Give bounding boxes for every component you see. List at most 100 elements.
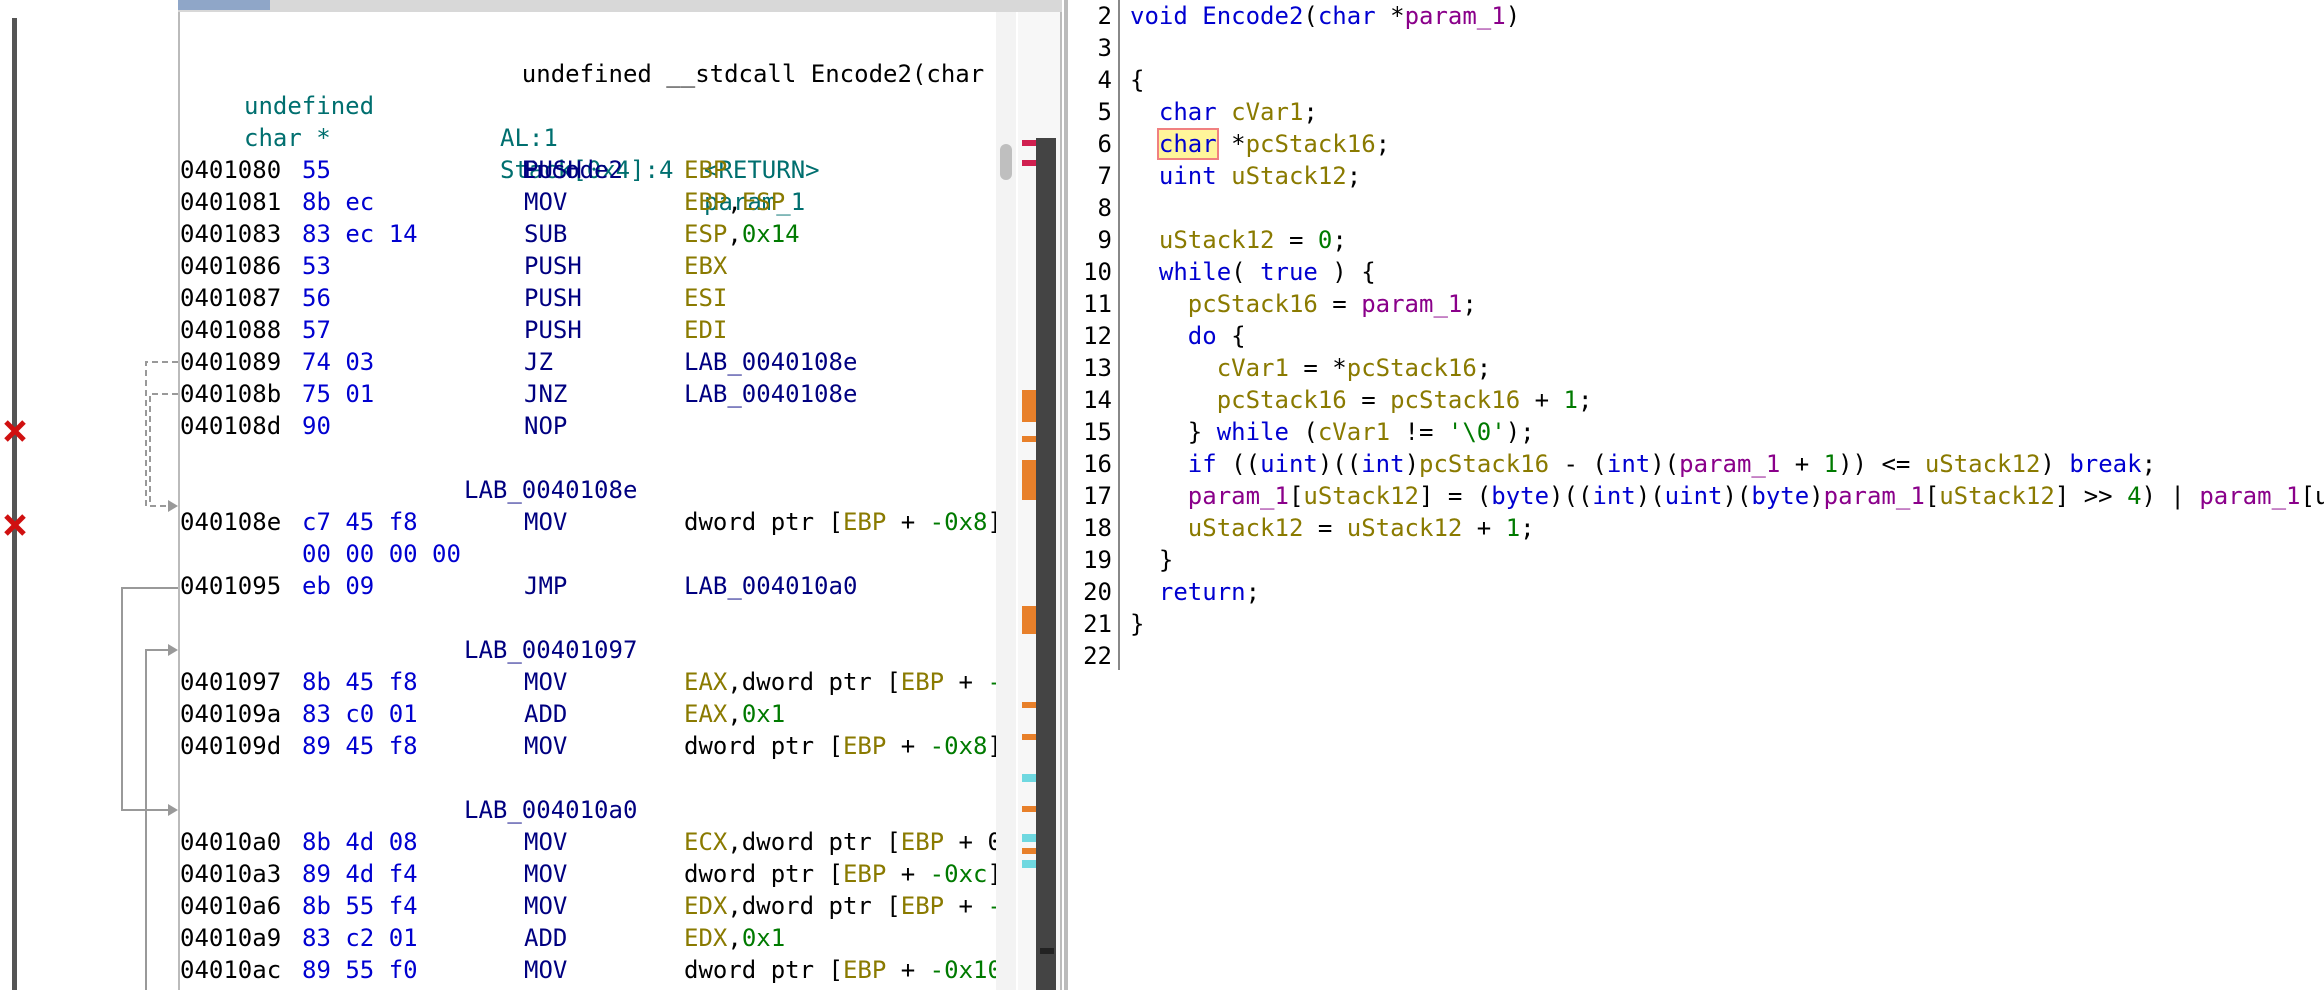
line-number: 19	[1083, 546, 1112, 574]
line-number: 18	[1083, 514, 1112, 542]
decompiled-line[interactable]: 2 void Encode2(char *param_1)	[1068, 0, 2324, 32]
decompiled-line[interactable]: 11 pcStack16 = param_1;	[1068, 288, 2324, 320]
decompiled-line[interactable]: 3	[1068, 32, 2324, 64]
code-text: pcStack16 = param_1;	[1187, 290, 1477, 318]
flow-arrow-jz	[145, 361, 178, 507]
code-label-text: LAB_004010a0	[464, 796, 638, 824]
instruction-row[interactable]: 0401097 8b 45 f8 MOV EAX,dword ptr [EBP + -…	[180, 666, 998, 698]
instruction-row[interactable]: 040109d 89 45 f8 MOV dword ptr [EBP + -0x8]	[180, 730, 998, 762]
decompiled-line[interactable]: 8	[1068, 192, 2324, 224]
instruction-row[interactable]: 04010a0 8b 4d 08 MOV ECX,dword ptr [EBP + 0…	[180, 826, 998, 858]
instruction-operands: EBX	[684, 252, 728, 280]
instruction-address: 040109d	[180, 732, 282, 760]
instruction-operands: ESI	[684, 284, 728, 312]
code-text: return;	[1158, 578, 1261, 606]
instruction-operands: EAX,dword ptr [EBP + -0	[684, 668, 998, 696]
decompiled-line[interactable]: 18 uStack12 = uStack12 + 1;	[1068, 512, 2324, 544]
instruction-row[interactable]: 0401083 83 ec 14 SUB ESP,0x14	[180, 218, 998, 250]
instruction-address: 0401081	[180, 188, 282, 216]
code-text: } while (cVar1 != '\0');	[1130, 418, 1535, 446]
decompiled-line[interactable]: 14 pcStack16 = pcStack16 + 1;	[1068, 384, 2324, 416]
decompiled-line[interactable]: 10 while( true ) {	[1068, 256, 2324, 288]
instruction-address: 0401086	[180, 252, 282, 280]
line-number: 13	[1083, 354, 1112, 382]
decompiled-line[interactable]: 21}	[1068, 608, 2324, 640]
decompiled-line[interactable]: 5 char cVar1;	[1068, 96, 2324, 128]
decompiled-line[interactable]: 17 param_1[uStack12] = (byte)((int)(uint…	[1068, 480, 2324, 512]
instruction-bytes: eb 09	[302, 572, 375, 600]
instruction-row[interactable]: 0401080 55 PUSH EBP	[180, 154, 998, 186]
listing-scrollbar[interactable]	[996, 12, 1016, 990]
instruction-bytes: 57	[302, 316, 331, 344]
line-number: 9	[1097, 226, 1112, 254]
instruction-address: 04010a0	[180, 828, 282, 856]
flow-arrows	[121, 361, 178, 990]
instruction-mnemonic: MOV	[524, 860, 568, 888]
decompiled-line[interactable]: 13 cVar1 = *pcStack16;	[1068, 352, 2324, 384]
decompiled-line[interactable]: 7 uint uStack12;	[1068, 160, 2324, 192]
code-label[interactable]: LAB_0040108e	[464, 474, 637, 506]
instruction-row[interactable]: 0401086 53 PUSH EBX	[180, 250, 998, 282]
listing-margin	[0, 0, 178, 990]
decompiled-line[interactable]: 20 return;	[1068, 576, 2324, 608]
overview-marker	[1022, 436, 1036, 442]
instruction-mnemonic: ADD	[524, 700, 568, 728]
instruction-row[interactable]: 040108d 90 NOP	[180, 410, 998, 442]
instruction-mnemonic: MOV	[524, 956, 568, 984]
instruction-row[interactable]: 0401087 56 PUSH ESI	[180, 282, 998, 314]
instruction-address: 040108b	[180, 380, 282, 408]
overview-marker	[1022, 606, 1036, 634]
instruction-row[interactable]: 0401081 8b ec MOV EBP,ESP	[180, 186, 998, 218]
scrollbar-thumb[interactable]	[1000, 144, 1012, 180]
listing-view[interactable]: undefined __stdcall Encode2(char * par u…	[178, 12, 998, 990]
function-signature: undefined __stdcall Encode2(char * par	[464, 26, 998, 88]
param-row: undefined AL:1 <RETURN>	[180, 58, 998, 184]
instruction-operands: ESP,0x14	[684, 220, 800, 248]
decompiler-view[interactable]: 2 void Encode2(char *param_1) 3 4{5 char cV…	[1064, 0, 2324, 990]
decompiled-line[interactable]: 19 }	[1068, 544, 2324, 576]
instruction-row[interactable]: 040109a 83 c0 01 ADD EAX,0x1	[180, 698, 998, 730]
overview-bar[interactable]	[1018, 12, 1062, 990]
decompiled-line[interactable]: 4{	[1068, 64, 2324, 96]
instruction-row[interactable]: 040108e c7 45 f8 MOV dword ptr [EBP + -0x8]	[180, 506, 998, 538]
overview-marker	[1022, 460, 1036, 500]
instruction-operands: EDX,0x1	[684, 924, 786, 952]
instruction-address: 040108e	[180, 508, 282, 536]
code-label[interactable]: LAB_00401097	[464, 634, 637, 666]
overview-track	[1036, 138, 1056, 990]
overview-marker	[1022, 140, 1036, 146]
instruction-mnemonic: MOV	[524, 892, 568, 920]
param-type: char *	[244, 124, 331, 152]
instruction-row[interactable]: 0401088 57 PUSH EDI	[180, 314, 998, 346]
instruction-operands: EDI	[684, 316, 728, 344]
code-text: while( true ) {	[1158, 258, 1376, 286]
instruction-bytes: 89 4d f4	[302, 860, 418, 888]
instruction-address: 04010ac	[180, 956, 282, 984]
decompiled-line[interactable]: 22	[1068, 640, 2324, 672]
code-label[interactable]: LAB_004010a0	[464, 794, 637, 826]
decompiled-line[interactable]: 6 char *pcStack16;	[1068, 128, 2324, 160]
instruction-bytes: 8b 45 f8	[302, 668, 418, 696]
decompiled-line[interactable]: 15 } while (cVar1 != '\0');	[1068, 416, 2324, 448]
instruction-mnemonic: PUSH	[524, 316, 582, 344]
instruction-row[interactable]: 0401089 74 03 JZ LAB_0040108e	[180, 346, 998, 378]
instruction-row[interactable]: 00 00 00 00	[180, 538, 998, 570]
instruction-row[interactable]: 04010a3 89 4d f4 MOV dword ptr [EBP + -0xc]	[180, 858, 998, 890]
overview-marker	[1022, 734, 1036, 740]
instruction-mnemonic: JZ	[524, 348, 553, 376]
instruction-row[interactable]: 04010a9 83 c2 01 ADD EDX,0x1	[180, 922, 998, 954]
instruction-operands: dword ptr [EBP + -0xc]	[684, 860, 998, 888]
instruction-row[interactable]: 0401095 eb 09 JMP LAB_004010a0	[180, 570, 998, 602]
error-bookmark-icon[interactable]	[2, 418, 28, 444]
instruction-mnemonic: MOV	[524, 828, 568, 856]
decompiled-line[interactable]: 12 do {	[1068, 320, 2324, 352]
instruction-bytes: 56	[302, 284, 331, 312]
instruction-row[interactable]: 04010a6 8b 55 f4 MOV EDX,dword ptr [EBP + -…	[180, 890, 998, 922]
instruction-row[interactable]: 040108b 75 01 JNZ LAB_0040108e	[180, 378, 998, 410]
error-bookmark-icon[interactable]	[2, 512, 28, 538]
function-label: Encode2	[464, 122, 623, 184]
decompiled-line[interactable]: 9 uStack12 = 0;	[1068, 224, 2324, 256]
instruction-bytes: 55	[302, 156, 331, 184]
decompiled-line[interactable]: 16 if ((uint)((int)pcStack16 - (int)(par…	[1068, 448, 2324, 480]
instruction-row[interactable]: 04010ac 89 55 f0 MOV dword ptr [EBP + -0x10…	[180, 954, 998, 986]
